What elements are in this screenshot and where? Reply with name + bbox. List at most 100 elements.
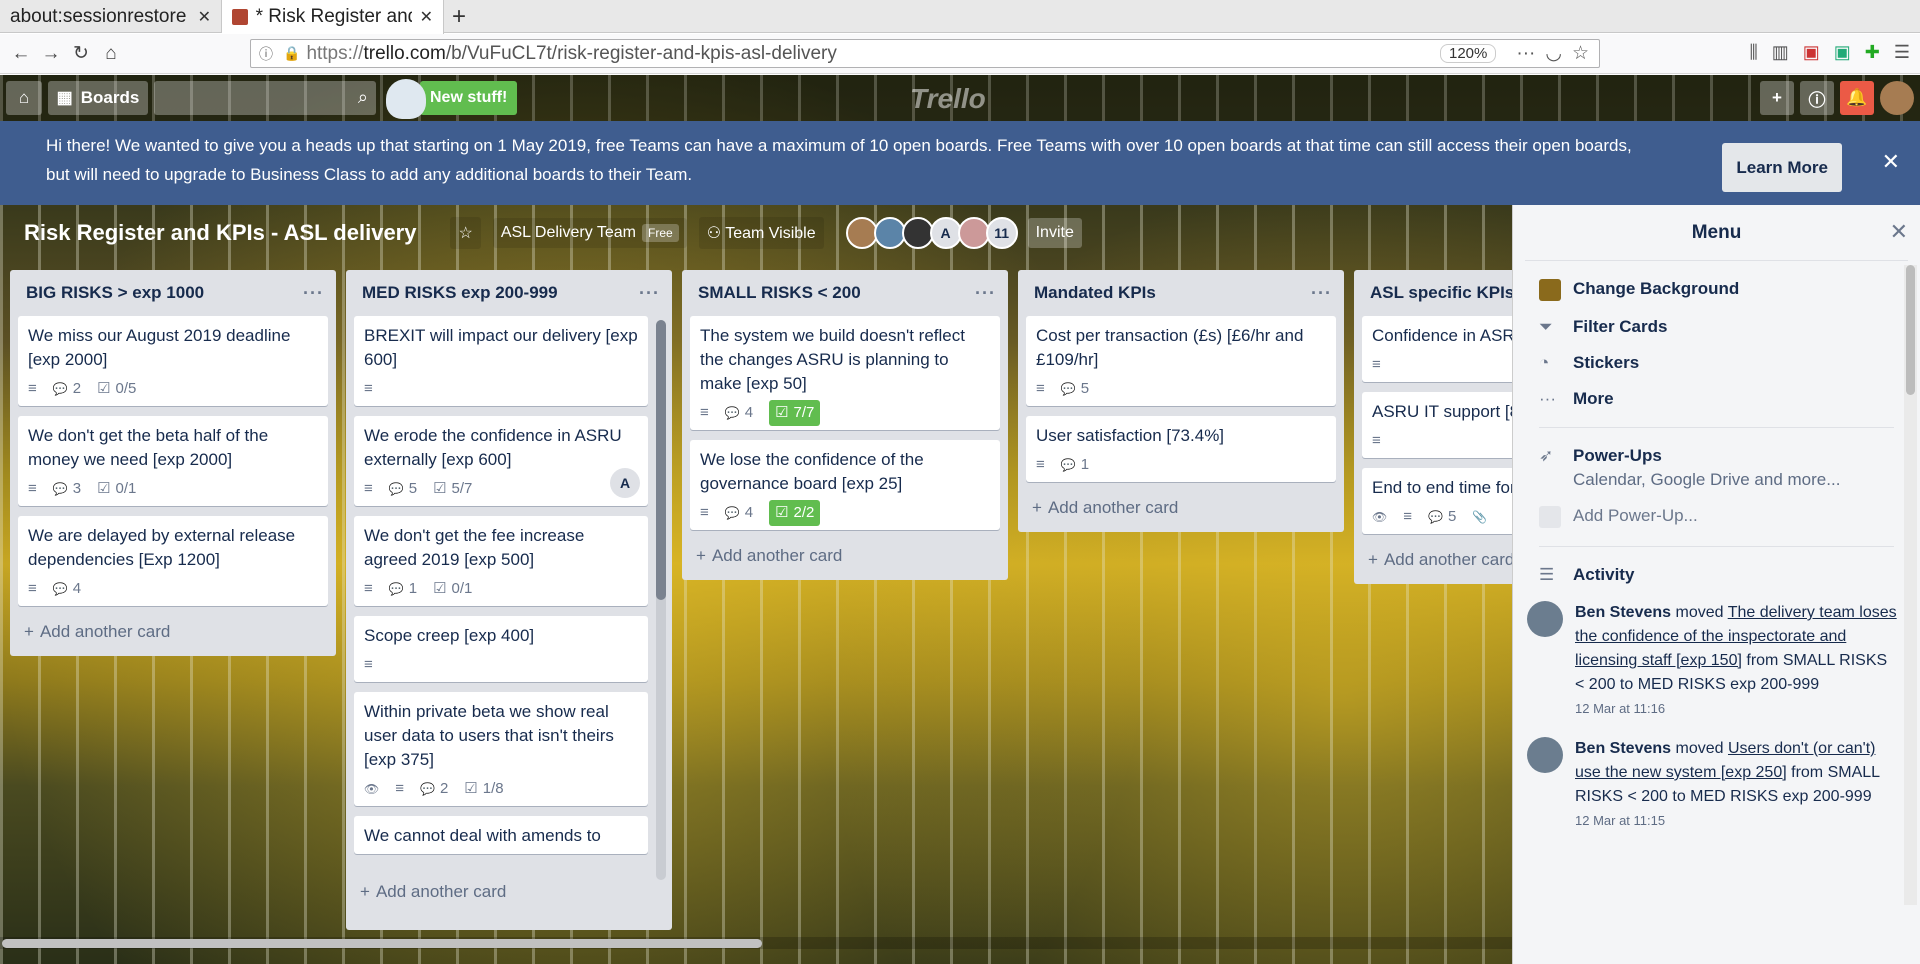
list-title[interactable]: SMALL RISKS < 200 [698, 283, 861, 303]
member-count[interactable]: 11 [985, 217, 1018, 249]
card[interactable]: We cannot deal with amends to [354, 816, 648, 854]
home-icon[interactable]: ⌂ [96, 43, 126, 65]
search-input[interactable]: ⌕ [154, 81, 376, 115]
learn-more-button[interactable]: Learn More [1722, 143, 1842, 192]
create-button[interactable]: + [1760, 81, 1794, 115]
more-item[interactable]: ··· More [1513, 381, 1920, 417]
avatar[interactable] [845, 217, 878, 249]
extension-icon[interactable]: ▣ [1834, 42, 1851, 63]
activity-time[interactable]: 12 Mar at 11:16 [1575, 697, 1900, 721]
star-board-icon[interactable]: ☆ [450, 217, 481, 249]
activity-user[interactable]: Ben Stevens [1575, 740, 1671, 757]
list-menu-icon[interactable]: ··· [639, 283, 660, 304]
add-card-button[interactable]: + Add another card [18, 616, 328, 648]
list-title[interactable]: Mandated KPIs [1034, 283, 1156, 303]
list-menu-icon[interactable]: ··· [975, 283, 996, 304]
menu-scrollbar-thumb[interactable] [1906, 265, 1915, 395]
avatar[interactable] [1527, 737, 1563, 773]
plus-icon: + [360, 882, 370, 901]
list-menu-icon[interactable]: ··· [1311, 283, 1332, 304]
rocket-icon: ➶ [1539, 446, 1554, 465]
info-button[interactable]: ⓘ [1800, 81, 1834, 115]
trello-logo[interactable]: Trello [910, 83, 986, 115]
list-header[interactable]: BIG RISKS > exp 1000 ··· [18, 270, 328, 316]
stickers-item[interactable]: ◔ Stickers [1513, 345, 1920, 381]
power-ups-item[interactable]: ➶ Power-Ups Calendar, Google Drive and mor… [1513, 438, 1920, 498]
activity-user[interactable]: Ben Stevens [1575, 604, 1671, 621]
avatar[interactable] [873, 217, 906, 249]
close-tab-icon[interactable]: ✕ [420, 7, 433, 27]
avatar[interactable] [901, 217, 934, 249]
list: SMALL RISKS < 200 ··· The system we build … [682, 270, 1008, 580]
change-background-item[interactable]: Change Background [1513, 271, 1920, 309]
zoom-level[interactable]: 120% [1440, 44, 1497, 63]
list-scrollbar[interactable] [656, 320, 666, 880]
list-header[interactable]: SMALL RISKS < 200 ··· [690, 270, 1000, 316]
team-button[interactable]: ASL Delivery Team Free [492, 218, 687, 248]
home-button[interactable]: ⌂ [6, 81, 42, 115]
card[interactable]: End to end time for submission to decis 👁… [1362, 468, 1522, 534]
list-title[interactable]: ASL specific KPIs [1370, 283, 1514, 303]
avatar[interactable] [957, 217, 990, 249]
board-title[interactable]: Risk Register and KPIs - ASL delivery [24, 220, 416, 246]
card[interactable]: ASRU IT support [8 ≡ [1362, 392, 1522, 458]
visibility-button[interactable]: ⚇ Team Visible [698, 217, 824, 249]
sidebar-icon[interactable]: ▥ [1772, 42, 1789, 63]
add-power-up-item[interactable]: Add Power-Up... [1513, 498, 1920, 536]
card-member-avatar[interactable]: A [610, 468, 640, 498]
add-card-button[interactable]: + Add another card [690, 540, 1000, 572]
hamburger-menu-icon[interactable]: ☰ [1894, 42, 1910, 63]
invite-button[interactable]: Invite [1027, 218, 1082, 248]
reload-icon[interactable]: ↻ [66, 42, 96, 65]
card[interactable]: Cost per transaction (£s) [£6/hr and £10… [1026, 316, 1336, 406]
avatar[interactable] [1527, 601, 1563, 637]
avatar[interactable]: A [929, 217, 962, 249]
card[interactable]: User satisfaction [73.4%] ≡ 💬 1 [1026, 416, 1336, 482]
card[interactable]: Scope creep [exp 400] ≡ [354, 616, 648, 682]
back-icon[interactable]: ← [6, 43, 36, 65]
extension-icon[interactable]: ✚ [1865, 42, 1880, 63]
lock-icon: 🔒 [283, 45, 301, 61]
close-banner-icon[interactable]: ✕ [1882, 147, 1900, 176]
card[interactable]: Confidence in ASR ≡ [1362, 316, 1522, 382]
card[interactable]: BREXIT will impact our delivery [exp 600… [354, 316, 648, 406]
card[interactable]: We erode the confidence in ASRU external… [354, 416, 648, 506]
new-stuff-button[interactable]: New stuff! [420, 81, 518, 115]
tab-session-restore[interactable]: about:sessionrestore ✕ [0, 0, 222, 33]
horizontal-scrollbar-thumb[interactable] [2, 939, 762, 948]
card[interactable]: We don't get the beta half of the money … [18, 416, 328, 506]
boards-button[interactable]: ▦ Boards [48, 81, 148, 115]
new-tab-icon[interactable]: + [444, 0, 474, 33]
list-scrollbar-thumb[interactable] [656, 320, 666, 600]
add-card-button[interactable]: + Add another card [354, 876, 664, 908]
card[interactable]: The system we build doesn't reflect the … [690, 316, 1000, 430]
info-icon[interactable]: ⓘ [259, 44, 273, 64]
user-avatar[interactable] [1880, 81, 1914, 115]
card[interactable]: We are delayed by external release depen… [18, 516, 328, 606]
card[interactable]: We don't get the fee increase agreed 201… [354, 516, 648, 606]
close-tab-icon[interactable]: ✕ [198, 7, 211, 27]
list-header[interactable]: Mandated KPIs ··· [1026, 270, 1336, 316]
list-title[interactable]: MED RISKS exp 200-999 [362, 283, 558, 303]
forward-icon[interactable]: → [36, 43, 66, 65]
comment-count: 4 [744, 404, 754, 421]
extension-icon[interactable]: ▣ [1803, 42, 1820, 63]
library-icon[interactable]: ⫼ [1749, 42, 1757, 63]
list-cards: Confidence in ASR ≡ ASRU IT support [8 ≡ End… [1362, 316, 1522, 544]
pocket-icon[interactable]: ◡ [1545, 42, 1562, 65]
card[interactable]: We miss our August 2019 deadline [exp 20… [18, 316, 328, 406]
tab-risk-register[interactable]: * Risk Register and KPIs - ASL delivery … [222, 0, 444, 34]
list-menu-icon[interactable]: ··· [303, 283, 324, 304]
close-menu-icon[interactable]: ✕ [1890, 219, 1908, 245]
list-header[interactable]: MED RISKS exp 200-999 ··· [354, 270, 664, 316]
url-bar[interactable]: ⓘ 🔒 https://trello.com/b/VuFuCL7t/risk-r… [250, 39, 1600, 68]
list-title[interactable]: BIG RISKS > exp 1000 [26, 283, 204, 303]
page-actions-icon[interactable]: ··· [1516, 43, 1535, 65]
add-card-button[interactable]: + Add another card [1026, 492, 1336, 524]
bookmark-star-icon[interactable]: ☆ [1572, 42, 1589, 65]
card[interactable]: Within private beta we show real user da… [354, 692, 648, 806]
activity-time[interactable]: 12 Mar at 11:15 [1575, 809, 1900, 833]
notifications-bell-icon[interactable]: 🔔 [1840, 81, 1874, 115]
filter-cards-item[interactable]: ⏷ Filter Cards [1513, 309, 1920, 345]
card[interactable]: We lose the confidence of the governance… [690, 440, 1000, 530]
